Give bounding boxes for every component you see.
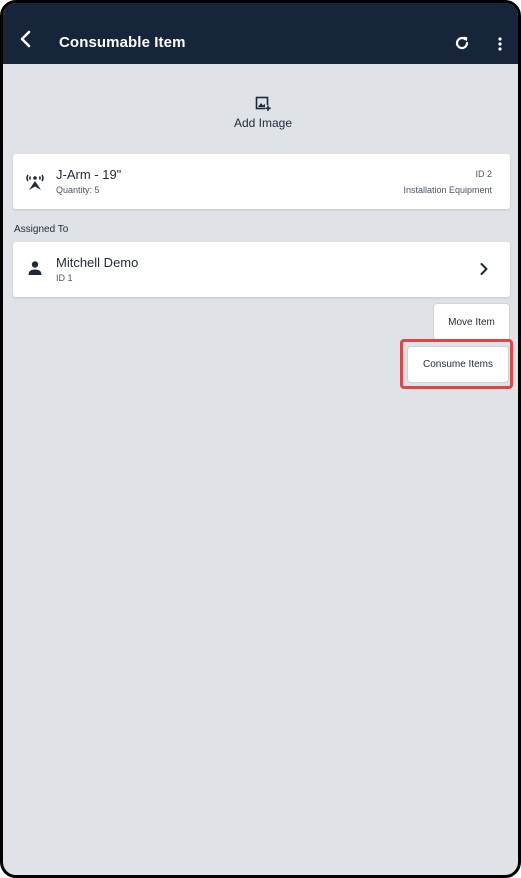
move-item-button[interactable]: Move Item <box>433 303 510 341</box>
refresh-button[interactable] <box>452 33 472 53</box>
add-photo-icon <box>255 96 271 111</box>
item-id: ID 2 <box>475 169 492 179</box>
refresh-icon <box>455 36 469 50</box>
more-vertical-icon <box>498 37 502 51</box>
consume-items-button[interactable]: Consume Items <box>407 346 509 383</box>
assigned-user-name: Mitchell Demo <box>56 255 139 270</box>
item-quantity: Quantity: 5 <box>56 185 100 195</box>
person-icon <box>28 261 42 275</box>
chevron-left-icon <box>20 30 31 48</box>
item-card: J-Arm - 19" Quantity: 5 ID 2 Installatio… <box>13 154 510 209</box>
page-title: Consumable Item <box>59 34 186 51</box>
item-category: Installation Equipment <box>403 185 492 195</box>
assigned-user-id: ID 1 <box>56 273 73 283</box>
phone-screen: Consumable Item Add Image J-Arm - 19" Qu… <box>0 0 521 878</box>
back-button[interactable] <box>15 28 37 50</box>
app-bar: Consumable Item <box>3 3 518 64</box>
add-image-label: Add Image <box>233 116 293 130</box>
more-options-button[interactable] <box>493 33 507 55</box>
item-name: J-Arm - 19" <box>56 167 122 182</box>
add-image-button[interactable]: Add Image <box>213 96 313 132</box>
chevron-right-icon <box>480 263 488 275</box>
broadcast-mount-icon <box>26 174 44 190</box>
assigned-user-card[interactable]: Mitchell Demo ID 1 <box>13 242 510 297</box>
assigned-to-label: Assigned To <box>14 224 69 235</box>
